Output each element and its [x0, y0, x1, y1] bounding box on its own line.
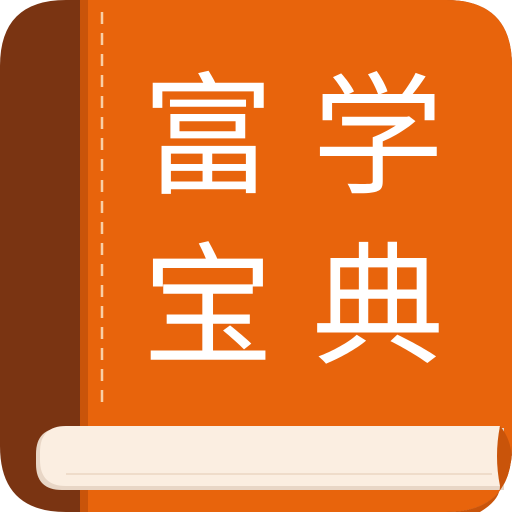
title-char-4: 典	[312, 231, 444, 385]
title-char-1: 富	[142, 61, 274, 215]
title-char-2: 学	[312, 61, 444, 215]
app-icon[interactable]: 富 学 宝 典	[0, 0, 512, 512]
title-char-3: 宝	[142, 231, 274, 385]
page-edge	[40, 426, 500, 486]
